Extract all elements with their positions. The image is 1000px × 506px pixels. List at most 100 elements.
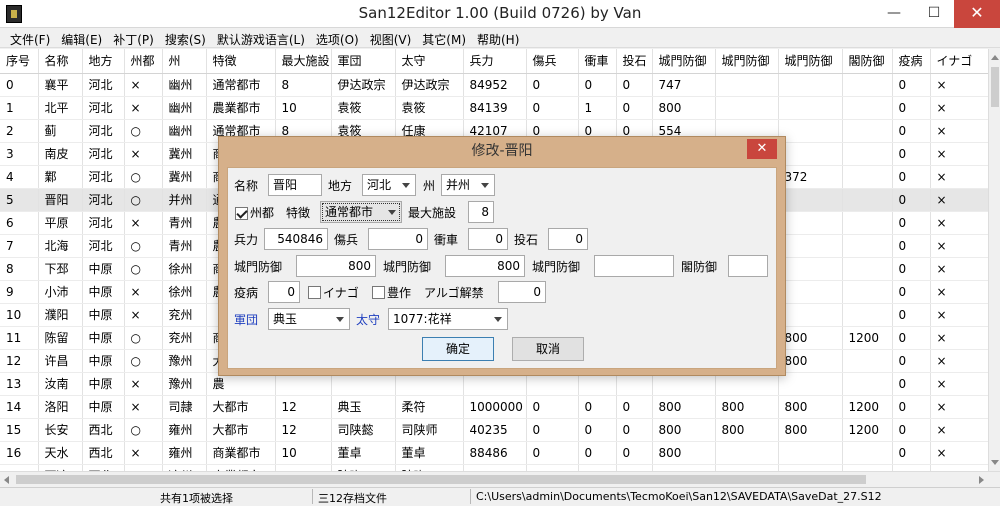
maximize-button[interactable]: ☐ — [914, 0, 954, 28]
column-header[interactable]: 序号 — [0, 49, 39, 74]
table-cell: 1000000 — [463, 395, 527, 419]
max-facility-input[interactable]: 8 — [468, 201, 494, 223]
table-cell: 西北 — [82, 464, 125, 471]
table-cell: 汝南 — [38, 372, 83, 396]
table-row[interactable]: 15 长安 西北 ○ 雍州 大都市 12 司陕懿 司陕师 40235 0 0 0 800 800 800 120… — [0, 418, 988, 442]
table-cell: 鄴 — [38, 165, 83, 189]
table-row[interactable]: 14 洛阳 中原 × 司隷 大都市 12 典玉 柔符 1000000 0 0 0 800 800 800 120… — [0, 395, 988, 419]
horizontal-scroll-thumb[interactable] — [16, 475, 866, 484]
menu-language[interactable]: 默认游戏语言(L) — [213, 28, 312, 47]
column-header[interactable]: 疫病 — [892, 49, 931, 74]
scroll-up-icon[interactable] — [991, 55, 999, 60]
minimize-button[interactable]: — — [874, 0, 914, 28]
scroll-left-icon[interactable] — [4, 476, 9, 484]
menu-help[interactable]: 帮助(H) — [473, 28, 526, 47]
column-header[interactable]: 州 — [162, 49, 207, 74]
scroll-down-icon[interactable] — [991, 460, 999, 465]
table-cell: 0 — [616, 96, 653, 120]
status-divider — [470, 489, 471, 504]
edit-city-dialog: 修改-晋阳 ✕ 名称 晋阳 地方 河北 州 并州 州都 特徴 通常都市 最大施設… — [218, 136, 786, 376]
table-cell: ○ — [124, 119, 163, 143]
table-cell: 7 — [0, 234, 39, 258]
state-label: 州 — [423, 179, 436, 193]
troops-input[interactable]: 540846 — [264, 228, 328, 250]
table-cell — [842, 372, 893, 396]
table-cell: 12 — [0, 349, 39, 373]
table-cell: 中原 — [82, 395, 125, 419]
name-input[interactable]: 晋阳 — [268, 174, 322, 196]
menu-edit[interactable]: 编辑(E) — [57, 28, 109, 47]
menu-file[interactable]: 文件(F) — [6, 28, 57, 47]
column-header[interactable]: 名称 — [38, 49, 83, 74]
state-select[interactable]: 并州 — [441, 174, 495, 196]
plague-input[interactable]: 0 — [268, 281, 300, 303]
column-header[interactable]: 傷兵 — [526, 49, 579, 74]
gate-defense-1-input[interactable]: 800 — [296, 255, 376, 277]
table-row[interactable]: 0 襄平 河北 × 幽州 通常都市 8 伊达政宗 伊达政宗 84952 0 0 0 747 0 × — [0, 73, 988, 97]
algo-unlock-input[interactable]: 0 — [498, 281, 546, 303]
column-header[interactable]: 兵力 — [463, 49, 527, 74]
table-cell: 长安 — [38, 418, 83, 442]
region-select[interactable]: 河北 — [362, 174, 416, 196]
catapult-input[interactable]: 0 — [548, 228, 588, 250]
feature-select[interactable]: 通常都市 — [320, 201, 402, 223]
table-cell: 1 — [578, 96, 617, 120]
table-cell — [842, 280, 893, 304]
column-header[interactable]: 最大施設 — [275, 49, 332, 74]
column-header[interactable]: 特徴 — [206, 49, 276, 74]
capital-checkbox[interactable] — [235, 207, 248, 220]
column-header[interactable]: 城門防御 — [778, 49, 843, 74]
table-cell: × — [124, 372, 163, 396]
column-header[interactable]: 投石 — [616, 49, 653, 74]
menu-search[interactable]: 搜索(S) — [161, 28, 213, 47]
gate-defense-1-label: 城門防御 — [234, 260, 283, 274]
vertical-scrollbar[interactable] — [988, 49, 1000, 471]
table-cell: 中原 — [82, 257, 125, 281]
table-cell: 0 — [892, 303, 931, 327]
ram-input[interactable]: 0 — [468, 228, 508, 250]
column-header[interactable]: 城門防御 — [652, 49, 716, 74]
menu-patch[interactable]: 补丁(P) — [109, 28, 161, 47]
gate-defense-2-input[interactable]: 800 — [445, 255, 525, 277]
table-row[interactable]: 17西凉西北○凉州商業都市10陕晓陕晓762690006730× — [0, 464, 988, 471]
table-cell — [715, 441, 779, 465]
table-cell: 下邳 — [38, 257, 83, 281]
pavilion-defense-input[interactable] — [728, 255, 768, 277]
menu-view[interactable]: 视图(V) — [366, 28, 419, 47]
column-header[interactable]: 衝車 — [578, 49, 617, 74]
gate-defense-3-input[interactable] — [594, 255, 674, 277]
governor-select[interactable]: 1077:花祥 — [388, 308, 508, 330]
table-cell — [778, 257, 843, 281]
dialog-close-button[interactable]: ✕ — [747, 139, 777, 159]
column-header[interactable]: 太守 — [395, 49, 464, 74]
bumper-harvest-checkbox[interactable] — [372, 286, 385, 299]
table-cell: 0 — [616, 395, 653, 419]
wounded-input[interactable]: 0 — [368, 228, 428, 250]
column-header[interactable]: イナゴ — [930, 49, 988, 74]
menu-misc[interactable]: 其它(M) — [418, 28, 473, 47]
corps-select[interactable]: 典玉 — [268, 308, 350, 330]
table-cell: 河北 — [82, 211, 125, 235]
table-cell: 13 — [0, 372, 39, 396]
scroll-right-icon[interactable] — [979, 476, 984, 484]
table-cell — [778, 234, 843, 258]
table-cell: 商業都市 — [206, 464, 276, 471]
horizontal-scrollbar[interactable] — [0, 471, 1000, 487]
column-header[interactable]: 軍団 — [331, 49, 396, 74]
vertical-scroll-thumb[interactable] — [991, 67, 999, 107]
ok-button[interactable]: 确定 — [422, 337, 494, 361]
locust-checkbox[interactable] — [308, 286, 321, 299]
table-row[interactable]: 16 天水 西北 × 雍州 商業都市 10 董卓 董卓 88486 0 0 0 800 0 × — [0, 441, 988, 465]
table-row[interactable]: 1 北平 河北 × 幽州 農業都市 10 袁筱 袁筱 84139 0 1 0 800 0 × — [0, 96, 988, 120]
menu-options[interactable]: 选项(O) — [312, 28, 366, 47]
column-header[interactable]: 閣防御 — [842, 49, 893, 74]
close-button[interactable]: ✕ — [954, 0, 1000, 28]
column-header[interactable]: 州都 — [124, 49, 163, 74]
cancel-button[interactable]: 取消 — [512, 337, 584, 361]
table-header: 序号 名称 地方 州都州特徴 最大施設 軍団 太守 兵力 傷兵 衝車 投石 城門防御 城門防御 城門防御閣… — [0, 49, 988, 74]
table-cell: 0 — [892, 96, 931, 120]
column-header[interactable]: 地方 — [82, 49, 125, 74]
table-cell: 4 — [0, 165, 39, 189]
column-header[interactable]: 城門防御 — [715, 49, 779, 74]
table-cell: 袁筱 — [331, 96, 396, 120]
